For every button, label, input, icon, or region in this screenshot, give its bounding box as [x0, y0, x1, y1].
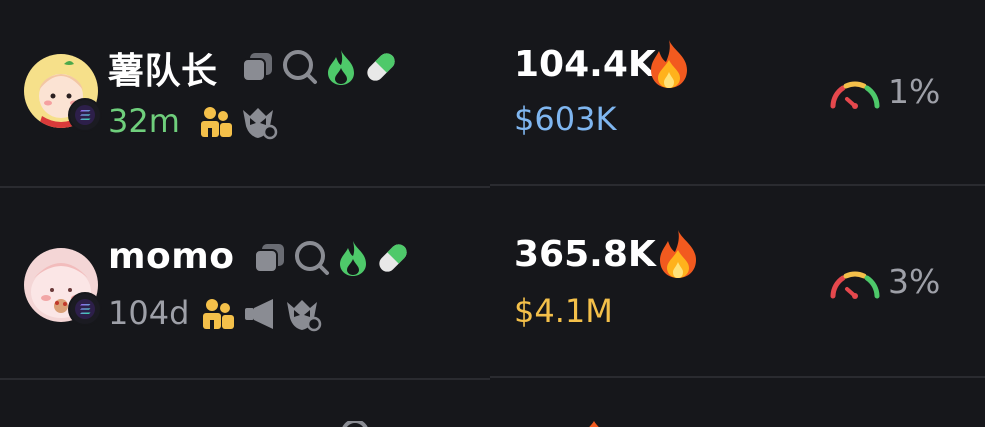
fire-icon	[656, 228, 700, 284]
owl-icon	[284, 296, 322, 336]
token-age: 32m	[108, 102, 180, 140]
gauge-icon	[828, 266, 882, 304]
pill-icon	[362, 48, 400, 90]
copy-icon[interactable]	[252, 240, 288, 280]
fire-icon	[584, 418, 604, 427]
market-cap: $603K	[514, 100, 617, 138]
search-icon[interactable]	[340, 418, 370, 427]
token-age: 104d	[108, 294, 190, 332]
avatar	[24, 54, 102, 132]
row-divider	[490, 376, 985, 378]
people-icon	[198, 104, 234, 144]
fire-icon	[647, 38, 691, 94]
market-cap: $4.1M	[514, 292, 613, 330]
avatar	[24, 248, 102, 326]
flame-icon	[324, 48, 358, 90]
token-name[interactable]: momo	[108, 236, 235, 277]
copy-icon[interactable]	[240, 49, 276, 89]
token-list: 薯队长 32m 104.4K $603K 1% momo 104d 365.8K…	[0, 0, 985, 427]
token-row[interactable]: 薯队长 32m 104.4K $603K 1%	[0, 0, 985, 190]
token-tags	[240, 47, 400, 91]
token-row[interactable]: momo 104d 365.8K $4.1M 3%	[0, 190, 985, 380]
people-icon	[200, 296, 236, 336]
search-icon[interactable]	[292, 238, 332, 282]
solana-icon	[68, 292, 102, 326]
token-tags	[252, 238, 412, 282]
token-meta-icons	[200, 296, 322, 336]
owl-icon	[240, 104, 278, 144]
holders-count: 365.8K	[514, 234, 656, 275]
token-name[interactable]: 薯队长	[108, 42, 218, 94]
percent-value: 3%	[888, 262, 941, 301]
flame-icon	[336, 239, 370, 281]
gauge-icon	[828, 76, 882, 114]
holders-count: 104.4K	[514, 44, 656, 85]
row-divider	[0, 186, 490, 188]
search-icon[interactable]	[280, 47, 320, 91]
percent-value: 1%	[888, 72, 941, 111]
row-divider	[490, 184, 985, 186]
solana-icon	[68, 98, 102, 132]
token-meta-icons	[198, 104, 278, 144]
token-row[interactable]	[0, 380, 985, 427]
pill-icon	[374, 239, 412, 281]
megaphone-icon	[242, 296, 278, 336]
